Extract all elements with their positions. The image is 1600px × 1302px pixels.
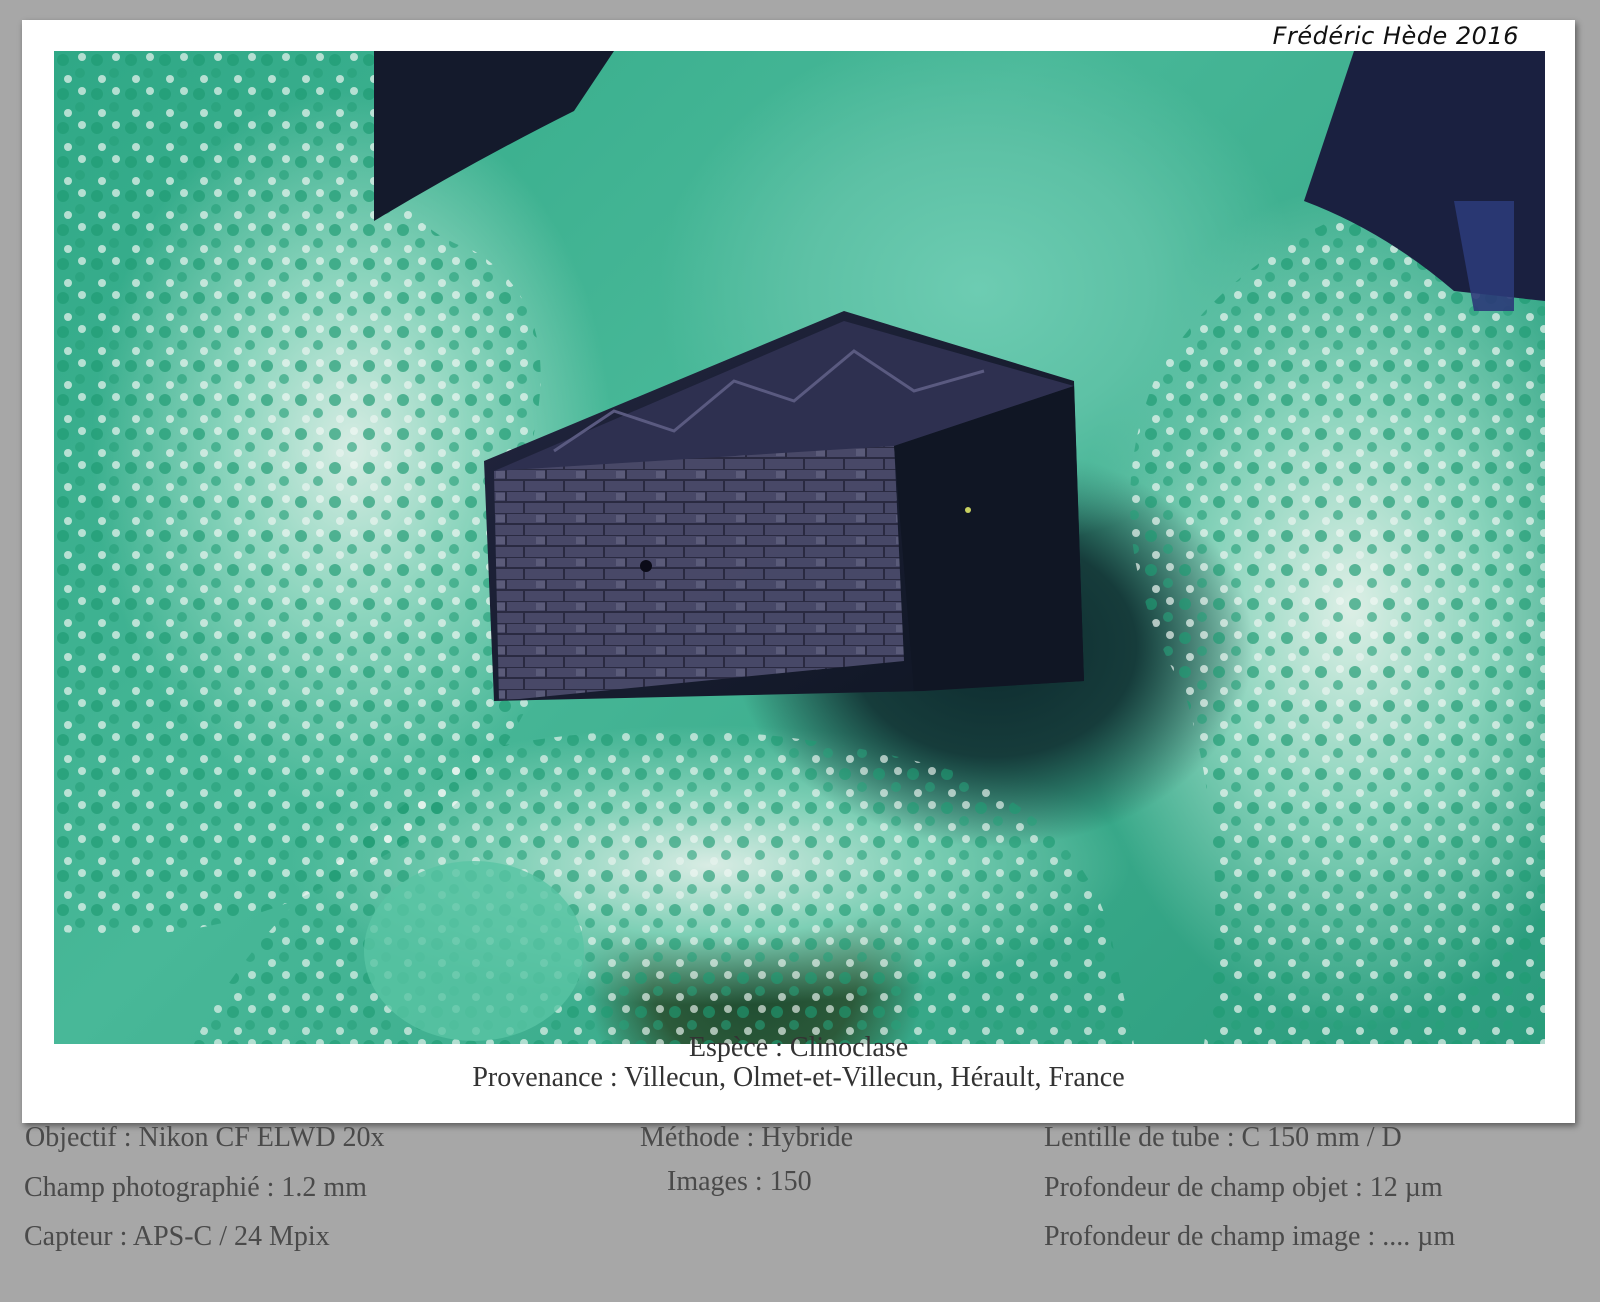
spec-tube-lens: Lentille de tube : C 150 mm / D <box>1044 1122 1402 1153</box>
mineral-photograph <box>54 51 1545 1044</box>
spec-method: Méthode : Hybride <box>640 1122 854 1153</box>
photographer-signature: Frédéric Hède 2016 <box>1272 22 1519 50</box>
spec-object-dof: Profondeur de champ objet : 12 µm <box>1044 1172 1443 1203</box>
spec-images: Images : 150 <box>667 1166 812 1197</box>
mineral-crystal-illustration <box>54 51 1545 1044</box>
species-caption: Espèce : Clinoclase <box>688 1032 909 1063</box>
photo-card: Frédéric Hède 2016 Espèce: Clinoclase P… <box>22 20 1575 1123</box>
spec-image-dof: Profondeur de champ image : .... µm <box>1044 1221 1456 1252</box>
spec-sensor: Capteur : APS-C / 24 Mpix <box>24 1221 330 1252</box>
spec-objective: Objectif : Nikon CF ELWD 20x <box>25 1122 385 1153</box>
origin-caption: Provenance : Villecun, Olmet-et-Villecun… <box>472 1062 1125 1093</box>
spec-field: Champ photographié : 1.2 mm <box>24 1172 367 1203</box>
